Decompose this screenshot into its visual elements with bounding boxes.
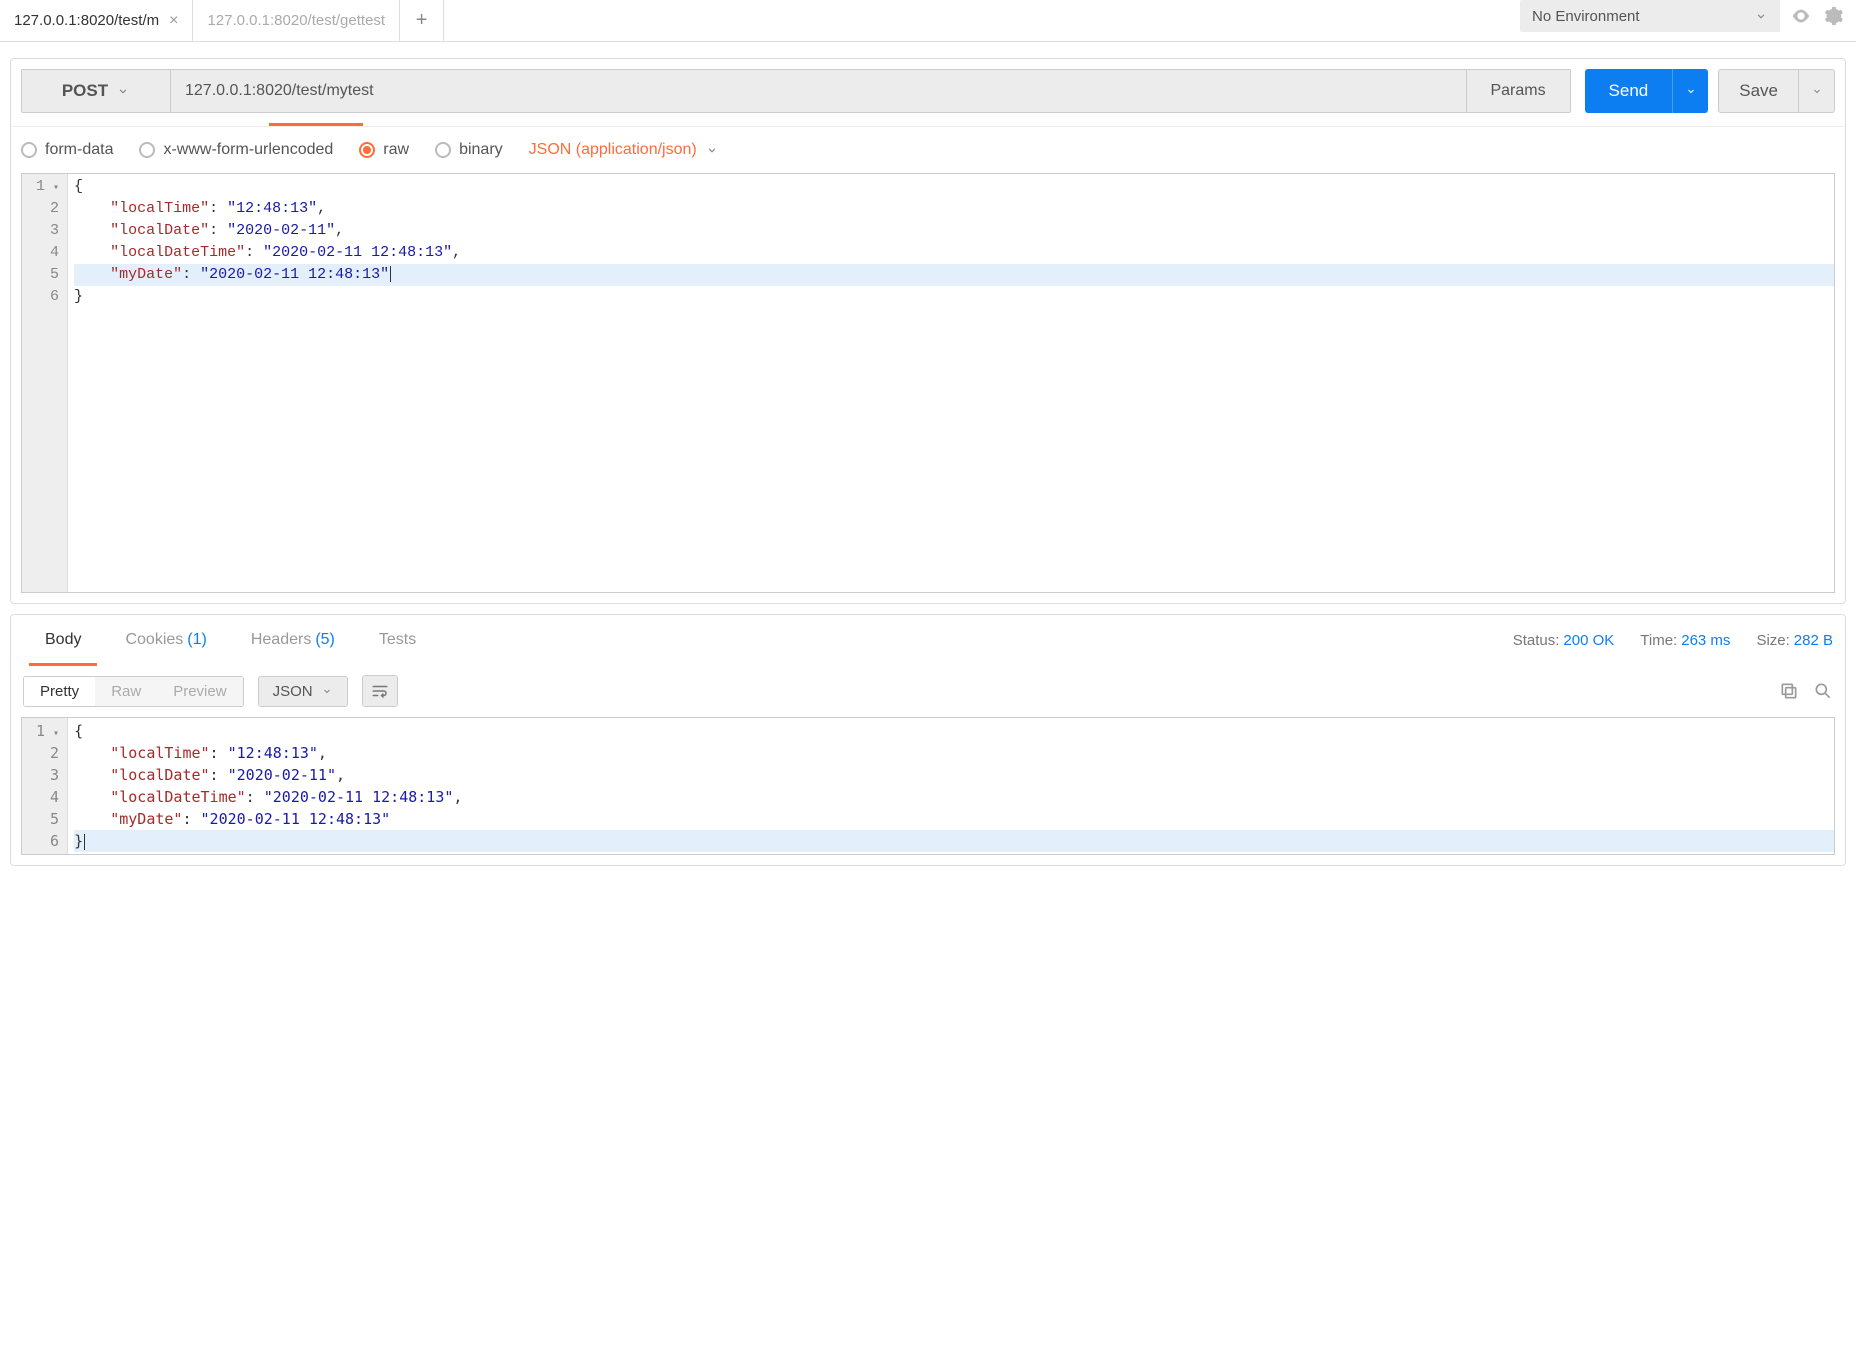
tab-count: (5) [315,631,335,649]
new-tab-button[interactable]: + [400,0,444,41]
request-row: POST Params Send Save [11,59,1845,123]
tab-label: Headers [251,631,311,649]
body-type-row: form-data x-www-form-urlencoded raw bina… [11,126,1845,173]
view-preview[interactable]: Preview [157,677,242,706]
radio-label: x-www-form-urlencoded [163,141,333,159]
content-type-select[interactable]: JSON (application/json) [529,141,719,159]
size-value: 282 B [1794,632,1833,649]
status-value: 200 OK [1563,632,1614,649]
response-body-editor[interactable]: 1 ▾23456 { "localTime": "12:48:13", "loc… [21,717,1835,855]
radio-label: form-data [45,141,113,159]
send-dropdown[interactable] [1672,69,1708,113]
response-panel: Body Cookies (1) Headers (5) Tests Statu… [10,614,1846,866]
environment-quicklook-icon[interactable] [1790,5,1812,27]
tab-count: (1) [187,631,207,649]
view-pretty[interactable]: Pretty [24,677,95,706]
tab-label: 127.0.0.1:8020/test/m [14,12,159,29]
environment-label: No Environment [1532,8,1640,25]
radio-icon [139,142,155,158]
wrap-lines-button[interactable] [362,675,398,707]
format-label: JSON [273,683,313,700]
method-dropdown[interactable]: POST [21,69,171,113]
chevron-down-icon [705,143,719,157]
environment-select[interactable]: No Environment [1520,0,1780,32]
line-gutter: 1 ▾23456 [22,718,68,854]
tab-label: Tests [379,631,416,649]
plus-icon: + [416,9,428,32]
tab-label: 127.0.0.1:8020/test/gettest [207,12,385,29]
response-tab-cookies[interactable]: Cookies (1) [117,615,214,665]
response-tab-tests[interactable]: Tests [371,615,424,665]
radio-label: raw [383,141,409,159]
tab-label: Body [45,631,81,649]
radio-icon [435,142,451,158]
request-tabs: 127.0.0.1:8020/test/m × 127.0.0.1:8020/t… [0,0,1508,41]
body-type-binary[interactable]: binary [435,141,503,159]
search-icon[interactable] [1813,681,1833,701]
response-meta: Status:200 OK Time:263 ms Size:282 B [1513,632,1833,649]
save-dropdown[interactable] [1799,69,1835,113]
chevron-down-icon [321,685,333,697]
wrap-icon [371,682,389,700]
time-value: 263 ms [1681,632,1730,649]
time-label: Time:263 ms [1640,632,1730,649]
params-button[interactable]: Params [1467,69,1571,113]
chevron-down-icon [1685,85,1697,97]
settings-icon[interactable] [1822,5,1844,27]
chevron-down-icon [1811,85,1823,97]
send-button[interactable]: Send [1585,69,1673,113]
request-panel: POST Params Send Save form-data x- [10,58,1846,604]
radio-icon [21,142,37,158]
body-type-raw[interactable]: raw [359,141,409,159]
topbar: 127.0.0.1:8020/test/m × 127.0.0.1:8020/t… [0,0,1856,42]
body-type-form-data[interactable]: form-data [21,141,113,159]
tab-inactive[interactable]: 127.0.0.1:8020/test/gettest [193,0,400,41]
chevron-down-icon [1754,9,1768,23]
top-right-controls: No Environment [1508,0,1856,32]
response-tab-headers[interactable]: Headers (5) [243,615,343,665]
chevron-down-icon [116,84,130,98]
tab-label: Cookies [125,631,183,649]
code-area[interactable]: { "localTime": "12:48:13", "localDate": … [68,174,1834,592]
format-dropdown[interactable]: JSON [258,676,348,707]
method-label: POST [62,81,108,101]
content-type-label: JSON (application/json) [529,141,697,159]
line-gutter: 1 ▾23456 [22,174,68,592]
status-label: Status:200 OK [1513,632,1615,649]
code-area[interactable]: { "localTime": "12:48:13", "localDate": … [68,718,1834,854]
tab-active[interactable]: 127.0.0.1:8020/test/m × [0,0,193,41]
view-tabs: Pretty Raw Preview [23,676,244,707]
url-input[interactable] [171,69,1467,113]
copy-icon[interactable] [1779,681,1799,701]
response-toolbar: Pretty Raw Preview JSON [11,665,1845,717]
response-tabs: Body Cookies (1) Headers (5) Tests Statu… [11,615,1845,665]
size-label: Size:282 B [1756,632,1833,649]
body-type-urlencoded[interactable]: x-www-form-urlencoded [139,141,333,159]
close-icon[interactable]: × [169,12,178,30]
view-raw[interactable]: Raw [95,677,157,706]
response-tab-body[interactable]: Body [37,615,89,665]
request-body-editor[interactable]: 1 ▾23456 { "localTime": "12:48:13", "loc… [21,173,1835,593]
save-button[interactable]: Save [1718,69,1799,113]
radio-icon [359,142,375,158]
radio-label: binary [459,141,503,159]
